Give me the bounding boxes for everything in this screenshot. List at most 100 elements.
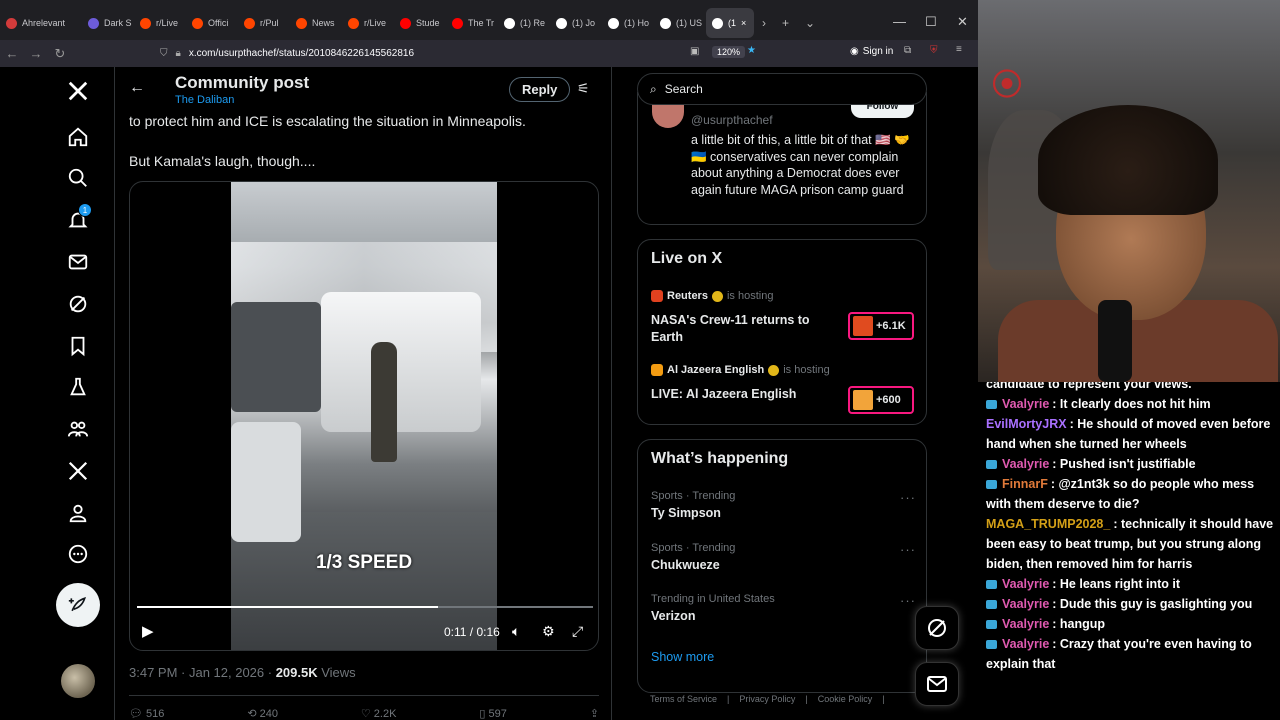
privacy-link[interactable]: Privacy Policy <box>739 694 795 704</box>
maximize-icon[interactable]: ☐ <box>925 14 937 30</box>
browser-tab[interactable]: r/Live <box>342 8 394 38</box>
video-progress-bar[interactable] <box>137 606 593 608</box>
lock-icon[interactable]: 🔒︎ <box>176 48 181 59</box>
trend-item[interactable]: Ty Simpson <box>651 506 721 520</box>
trend-more-icon[interactable]: ··· <box>900 542 916 557</box>
reload-icon[interactable]: ↻ <box>48 46 72 62</box>
volume-icon[interactable]: 🔈︎ <box>512 623 520 640</box>
tab-label: (1 <box>728 18 737 28</box>
account-avatar[interactable] <box>61 664 95 698</box>
post-timestamp[interactable]: 3:47 PM · Jan 12, 2026 · <box>129 665 276 680</box>
browser-tab[interactable]: r/Pul <box>238 8 290 38</box>
trend-more-icon[interactable]: ··· <box>900 490 916 505</box>
tab-label: Offici <box>208 18 229 28</box>
browser-tab[interactable]: (1 × <box>706 8 754 38</box>
terms-link[interactable]: Terms of Service <box>650 694 717 704</box>
sign-in-button[interactable]: ◉ Sign in <box>850 46 893 57</box>
browser-tab[interactable]: (1) US <box>654 8 706 38</box>
author-avatar[interactable] <box>652 104 684 128</box>
close-window-icon[interactable]: ✕ <box>957 14 968 30</box>
live-listen-button[interactable]: +600 <box>848 386 914 414</box>
browser-tab[interactable]: r/Live <box>134 8 186 38</box>
tab-label: r/Pul <box>260 18 279 28</box>
x-logo-icon[interactable] <box>64 77 92 105</box>
home-icon[interactable] <box>64 123 92 151</box>
reader-view-icon[interactable]: ▣ <box>690 46 699 57</box>
back-arrow-icon[interactable]: ← <box>129 79 145 97</box>
browser-tab[interactable]: Offici <box>186 8 238 38</box>
search-input[interactable]: ⌕ Search <box>637 73 927 105</box>
community-link[interactable]: The Daliban <box>175 94 234 106</box>
zoom-level[interactable]: 120% <box>712 46 746 58</box>
video-player[interactable]: 1/3 SPEED ▶ 0:11 / 0:16 🔈︎ ⚙ ⤢ <box>129 181 599 651</box>
live-listen-button[interactable]: +6.1K <box>848 312 914 340</box>
minimize-icon[interactable]: — <box>893 14 906 29</box>
chat-username[interactable]: FinnarF <box>1002 477 1048 491</box>
repost-action[interactable]: ⟲ 240 <box>247 707 278 720</box>
play-icon[interactable]: ▶ <box>142 622 154 640</box>
shield-icon[interactable]: ⛉ <box>160 48 168 59</box>
bookmarks-icon[interactable] <box>64 332 92 360</box>
premium-x-icon[interactable] <box>64 457 92 485</box>
browser-tab[interactable]: Dark S <box>82 8 134 38</box>
live-space-title[interactable]: LIVE: Al Jazeera English <box>651 386 831 403</box>
grok-fab-button[interactable] <box>915 606 959 650</box>
browser-tab[interactable]: The Tr <box>446 8 498 38</box>
browser-tab[interactable]: (1) Ho <box>602 8 654 38</box>
bookmark-star-icon[interactable]: ★ <box>747 45 756 56</box>
show-more-link[interactable]: Show more <box>651 650 714 664</box>
browser-tab[interactable]: Ahrelevant <box>0 8 82 38</box>
compose-post-button[interactable] <box>56 583 100 627</box>
url-text[interactable]: x.com/usurpthachef/status/20108462261455… <box>189 48 414 59</box>
tab-list-chevron-down-icon[interactable]: ⌄ <box>797 16 823 30</box>
video-frame[interactable]: 1/3 SPEED <box>231 182 497 650</box>
ublock-icon[interactable]: ⛨ <box>930 45 938 56</box>
chat-username[interactable]: Vaalyrie <box>1002 457 1049 471</box>
browser-tab[interactable]: (1) Re <box>498 8 550 38</box>
grok-icon[interactable] <box>64 290 92 318</box>
menu-icon[interactable]: ≡ <box>956 44 962 55</box>
extensions-icon[interactable]: ⧉ <box>904 45 911 56</box>
notifications-bell-icon[interactable]: 1 <box>64 203 92 234</box>
share-icon[interactable]: ⇪ <box>590 707 599 720</box>
chat-username[interactable]: Vaalyrie <box>1002 597 1049 611</box>
sort-sliders-icon[interactable]: ⚟ <box>577 80 590 97</box>
fullscreen-icon[interactable]: ⤢ <box>572 623 583 640</box>
bookmark-action[interactable]: ▯ 597 <box>479 707 506 720</box>
tab-scroll-right-icon[interactable]: › <box>754 16 774 30</box>
profile-icon[interactable] <box>64 499 92 527</box>
trend-more-icon[interactable]: ··· <box>900 593 916 608</box>
browser-tab[interactable]: Stude <box>394 8 446 38</box>
explore-search-icon[interactable] <box>64 164 92 192</box>
verified-badge-icon <box>768 364 780 376</box>
post-column: ← Community post The Daliban Reply ⚟ to … <box>114 67 612 720</box>
communities-icon[interactable] <box>64 415 92 443</box>
chat-username[interactable]: MAGA_TRUMP2028_ <box>986 517 1110 531</box>
chat-username[interactable]: EvilMortyJRX <box>986 417 1067 431</box>
live-host[interactable]: Al Jazeera English is hosting <box>651 364 830 376</box>
live-host[interactable]: Reuters is hosting <box>651 290 773 302</box>
chat-username[interactable]: Vaalyrie <box>1002 577 1049 591</box>
browser-tab[interactable]: (1) Jo <box>550 8 602 38</box>
chat-username[interactable]: Vaalyrie <box>1002 637 1049 651</box>
chat-username[interactable]: Vaalyrie <box>1002 397 1049 411</box>
new-tab-icon[interactable]: + <box>774 16 797 30</box>
reply-button[interactable]: Reply <box>509 77 571 102</box>
forward-icon[interactable]: → <box>24 46 48 61</box>
reply-action[interactable]: 💬︎ 516 <box>129 707 164 720</box>
close-tab-icon[interactable]: × <box>741 18 746 28</box>
trend-item[interactable]: Chukwueze <box>651 558 720 572</box>
cookie-link[interactable]: Cookie Policy <box>818 694 873 704</box>
jobs-flask-icon[interactable] <box>64 373 92 401</box>
back-icon[interactable]: ← <box>0 46 24 61</box>
messages-fab-button[interactable] <box>915 662 959 706</box>
more-options-icon[interactable] <box>64 540 92 568</box>
messages-envelope-icon[interactable] <box>64 248 92 276</box>
author-handle[interactable]: @usurpthachef <box>691 113 773 127</box>
live-space-title[interactable]: NASA's Crew-11 returns to Earth <box>651 312 831 345</box>
chat-username[interactable]: Vaalyrie <box>1002 617 1049 631</box>
like-action[interactable]: ♡ 2.2K <box>361 707 397 720</box>
settings-gear-icon[interactable]: ⚙ <box>542 623 555 640</box>
browser-tab[interactable]: News <box>290 8 342 38</box>
trend-item[interactable]: Verizon <box>651 609 695 623</box>
